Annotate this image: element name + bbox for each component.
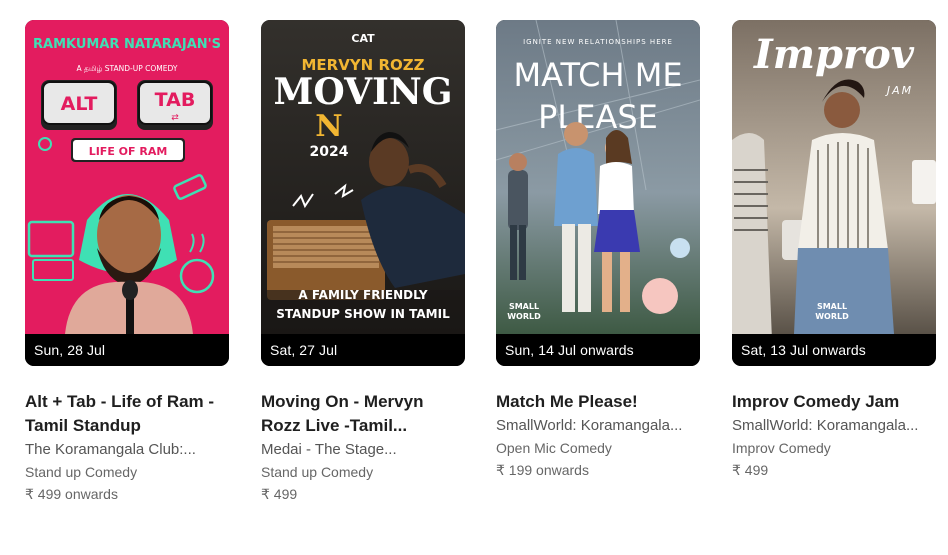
poster-key-right: TAB: [155, 89, 196, 111]
event-date: Sat, 27 Jul: [261, 334, 465, 366]
poster-tag1: A FAMILY FRIENDLY: [298, 288, 428, 302]
event-genre: Stand up Comedy: [261, 464, 374, 480]
poster-line1: MATCH ME: [513, 56, 682, 94]
poster-year: 2024: [310, 144, 349, 160]
poster-sub-text: A தமிழ் STAND-UP COMEDY: [77, 64, 178, 73]
event-card-moving-on[interactable]: CAT MERVYN ROZZ MOVING N 2024 A FAMILY F…: [261, 20, 465, 503]
event-venue: The Koramangala Club:...: [25, 441, 196, 458]
event-poster[interactable]: CAT MERVYN ROZZ MOVING N 2024 A FAMILY F…: [261, 20, 465, 366]
event-venue: SmallWorld: Koramangala...: [732, 417, 919, 434]
poster-brand-line2: WORLD: [815, 312, 849, 321]
event-carousel: RAMKUMAR NATARAJAN'S A தமிழ் STAND-UP CO…: [0, 0, 948, 555]
event-date: Sat, 13 Jul onwards: [732, 334, 936, 366]
event-poster[interactable]: IGNITE NEW RELATIONSHIPS HERE MATCH ME P…: [496, 20, 700, 366]
poster-top-text: RAMKUMAR NATARAJAN'S: [33, 37, 221, 52]
event-price: ₹ 499: [732, 462, 769, 478]
event-title[interactable]: Match Me Please!: [496, 390, 700, 414]
poster-logo: CAT: [351, 32, 375, 45]
event-date: Sun, 28 Jul: [25, 334, 229, 366]
event-title[interactable]: Alt + Tab - Life of Ram - Tamil Standup: [25, 390, 229, 438]
event-venue: Medai - The Stage...: [261, 441, 397, 458]
event-price: ₹ 199 onwards: [496, 462, 589, 478]
event-genre: Open Mic Comedy: [496, 440, 612, 456]
event-genre: Improv Comedy: [732, 440, 831, 456]
poster-brand-line2: WORLD: [507, 312, 541, 321]
event-card-match-me-please[interactable]: IGNITE NEW RELATIONSHIPS HERE MATCH ME P…: [496, 20, 700, 479]
poster-art: Improv JAM SMALL WORLD: [732, 20, 936, 334]
poster-word2: N: [315, 109, 342, 144]
event-card-alt-tab[interactable]: RAMKUMAR NATARAJAN'S A தமிழ் STAND-UP CO…: [25, 20, 229, 503]
poster-art: CAT MERVYN ROZZ MOVING N 2024 A FAMILY F…: [261, 20, 465, 334]
event-genre: Stand up Comedy: [25, 464, 138, 480]
poster-line2: JAM: [885, 84, 913, 97]
poster-art: IGNITE NEW RELATIONSHIPS HERE MATCH ME P…: [496, 20, 700, 334]
event-poster[interactable]: Improv JAM SMALL WORLD Sat, 13 Jul onwar…: [732, 20, 936, 366]
event-price: ₹ 499 onwards: [25, 486, 118, 502]
poster-word1: MOVING: [274, 71, 453, 113]
poster-tag2: STANDUP SHOW IN TAMIL: [276, 307, 450, 321]
poster-kicker: IGNITE NEW RELATIONSHIPS HERE: [523, 38, 673, 46]
event-poster[interactable]: RAMKUMAR NATARAJAN'S A தமிழ் STAND-UP CO…: [25, 20, 229, 366]
event-title[interactable]: Moving On - Mervyn Rozz Live -Tamil...: [261, 390, 465, 438]
event-title[interactable]: Improv Comedy Jam: [732, 390, 936, 414]
poster-brand-line1: SMALL: [817, 302, 847, 311]
svg-text:⇄: ⇄: [171, 113, 179, 123]
event-price: ₹ 499: [261, 486, 298, 502]
poster-line1: Improv: [753, 31, 915, 78]
poster-line2: PLEASE: [538, 98, 658, 136]
poster-brand-line1: SMALL: [509, 302, 539, 311]
poster-art: RAMKUMAR NATARAJAN'S A தமிழ் STAND-UP CO…: [25, 20, 229, 334]
poster-key-left: ALT: [61, 93, 98, 115]
event-venue: SmallWorld: Koramangala...: [496, 417, 683, 434]
event-date: Sun, 14 Jul onwards: [496, 334, 700, 366]
poster-banner: LIFE OF RAM: [89, 145, 168, 158]
event-card-improv-comedy-jam[interactable]: Improv JAM SMALL WORLD Sat, 13 Jul onwar…: [732, 20, 936, 479]
